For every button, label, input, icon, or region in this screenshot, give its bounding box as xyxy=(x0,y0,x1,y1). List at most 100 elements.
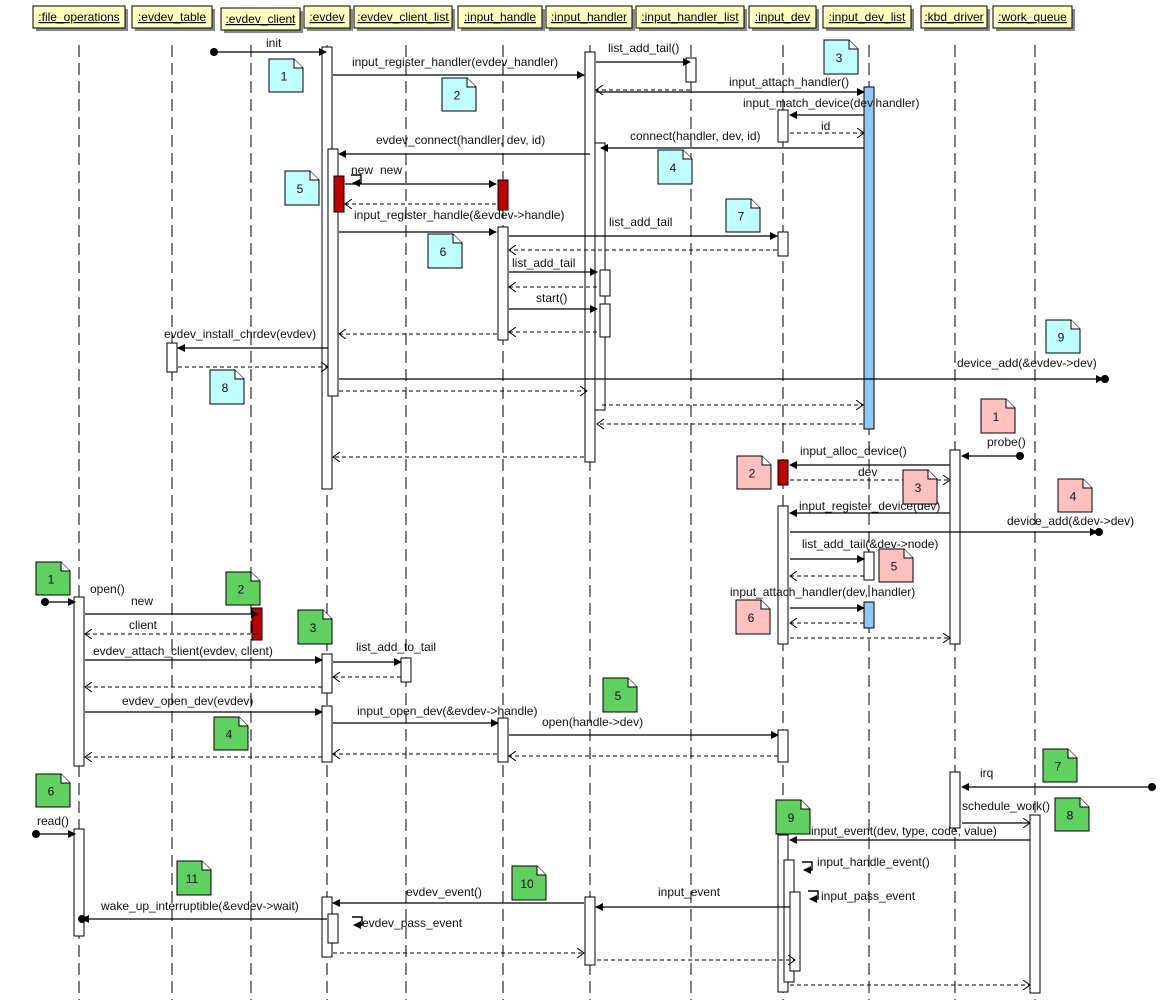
activation-bar-evdev-client xyxy=(251,607,263,641)
message-label: list_add_to_tail xyxy=(356,640,436,654)
message-label: evdev_open_dev(evdev) xyxy=(122,694,253,708)
message-label: input_match_device(dev,handler) xyxy=(743,96,920,110)
lifeline-header-label: :kbd_driver xyxy=(924,10,983,24)
note-handler-registration-2: 2 xyxy=(441,77,477,112)
note-number: 8 xyxy=(1067,809,1074,823)
lifeline-header-label: :input_dev xyxy=(755,10,810,24)
call-message: input_attach_handler() xyxy=(596,75,865,96)
call-message: open(handle->dev) xyxy=(509,715,779,739)
activation-bar-input-handle xyxy=(497,717,509,763)
activation-bar-evdev xyxy=(321,705,333,763)
message-label: open(handle->dev) xyxy=(542,715,643,729)
activation-bar-input-handle xyxy=(497,226,509,341)
activation-bar-kbd-driver xyxy=(949,771,961,829)
message-label: input_open_dev(&evdev->handle) xyxy=(357,704,537,718)
message-label: init xyxy=(266,36,282,50)
message-label: input_alloc_device() xyxy=(800,444,907,458)
activation-bar-evdev-client-list xyxy=(400,657,412,683)
note-fold-corner xyxy=(1067,749,1077,759)
activation-bar-input-dev xyxy=(777,231,789,257)
note-number: 1 xyxy=(48,573,55,587)
note-device-registration-3: 3 xyxy=(902,469,938,505)
call-message: start() xyxy=(509,291,598,313)
lost-message-dot xyxy=(1095,528,1103,536)
self-message-arrow xyxy=(352,916,363,929)
call-message: wake_up_interruptible(&evdev->wait) xyxy=(78,899,327,923)
note-number: 3 xyxy=(310,621,317,635)
lifeline-kbd-driver: :kbd_driver xyxy=(920,5,990,31)
found-message-dot xyxy=(1016,452,1024,460)
note-handler-registration-1: 1 xyxy=(268,58,304,93)
message-label: id xyxy=(821,119,830,133)
call-message: list_add_to_tail xyxy=(333,640,436,666)
call-message: input_event(dev, type, code, value) xyxy=(789,824,1030,844)
activation-bar-input-handle xyxy=(497,179,509,211)
activation-bar-input-dev-list xyxy=(863,86,875,430)
note-device-registration-1: 1 xyxy=(980,398,1016,434)
call-message: input_match_device(dev,handler) xyxy=(743,96,920,119)
message-label: input_attach_handler() xyxy=(729,75,849,89)
note-number: 8 xyxy=(222,381,229,395)
lifeline-work-queue: :work_queue xyxy=(992,5,1075,31)
note-fold-corner xyxy=(627,678,637,688)
lost-message-dot xyxy=(1101,375,1109,383)
note-number: 5 xyxy=(297,182,304,196)
note-number: 2 xyxy=(749,467,756,481)
return-message: id xyxy=(790,119,864,133)
note-number: 6 xyxy=(440,245,447,259)
lifeline-header-label: :file_operations xyxy=(38,10,119,24)
note-number: 7 xyxy=(738,210,745,224)
note-open-read-event-5: 5 xyxy=(602,677,638,713)
message-label: evdev_attach_client(evdev, client) xyxy=(93,644,273,658)
note-number: 2 xyxy=(238,583,245,597)
message-label: input_pass_event xyxy=(821,889,916,903)
message-label: open() xyxy=(90,582,125,596)
found-message-dot xyxy=(210,48,218,56)
activation-bar-input-handler xyxy=(599,269,611,297)
note-number: 4 xyxy=(226,728,233,742)
note-device-registration-6: 6 xyxy=(735,599,771,635)
note-number: 9 xyxy=(788,811,795,825)
lifeline-input-handle: :input_handle xyxy=(457,5,545,31)
call-message: input_event xyxy=(595,885,790,911)
found-message-dot xyxy=(1148,783,1156,791)
message-label: read() xyxy=(37,814,69,828)
call-message: list_add_tail() xyxy=(596,41,691,66)
note-number: 5 xyxy=(891,560,898,574)
message-label: evdev_event() xyxy=(406,885,482,899)
message-label: new xyxy=(380,163,402,177)
message-label: device_add(&evdev->dev) xyxy=(957,356,1097,370)
lifeline-input-dev: :input_dev xyxy=(748,5,819,31)
call-message: list_add_tail xyxy=(509,256,598,276)
activation-bar-work-queue xyxy=(1029,814,1041,994)
note-device-registration-4: 4 xyxy=(1057,478,1093,513)
message-label: dev xyxy=(858,465,877,479)
note-handler-registration-3: 3 xyxy=(823,39,859,75)
note-open-read-event-10: 10 xyxy=(511,865,547,901)
note-number: 4 xyxy=(670,161,677,175)
call-message: evdev_install_chrdev(evdev) xyxy=(164,327,328,352)
lifeline-header-label: :evdev_client_list xyxy=(357,10,449,24)
message-label: connect(handler, dev, id) xyxy=(630,129,761,143)
note-fold-corner xyxy=(760,600,770,610)
message-label: irq xyxy=(980,766,993,780)
note-fold-corner xyxy=(536,866,546,876)
found-message-dot xyxy=(32,830,40,838)
note-number: 3 xyxy=(915,481,922,495)
lifeline-header-label: :input_handle xyxy=(464,10,536,24)
activation-bar-evdev xyxy=(333,175,345,213)
wake-dot xyxy=(78,915,86,923)
activation-bar-input-dev xyxy=(777,109,789,143)
self-message-arrow xyxy=(808,890,819,903)
message-label: start() xyxy=(536,291,567,305)
message-label: schedule_work() xyxy=(962,799,1050,813)
note-number: 6 xyxy=(48,785,55,799)
note-number: 2 xyxy=(454,89,461,103)
sequence-diagram: init input_register_handler(evdev_handler… xyxy=(32,5,1156,1000)
lifeline-evdev-table: :evdev_table xyxy=(131,5,215,31)
lifeline-header-label: :evdev_table xyxy=(138,10,206,24)
message-label: device_add(&dev->dev) xyxy=(1007,514,1134,528)
message-label: evdev_install_chrdev(evdev) xyxy=(164,327,316,341)
call-message: input_register_handle(&evdev->handle) xyxy=(339,208,564,236)
message-label: wake_up_interruptible(&evdev->wait) xyxy=(100,899,299,913)
